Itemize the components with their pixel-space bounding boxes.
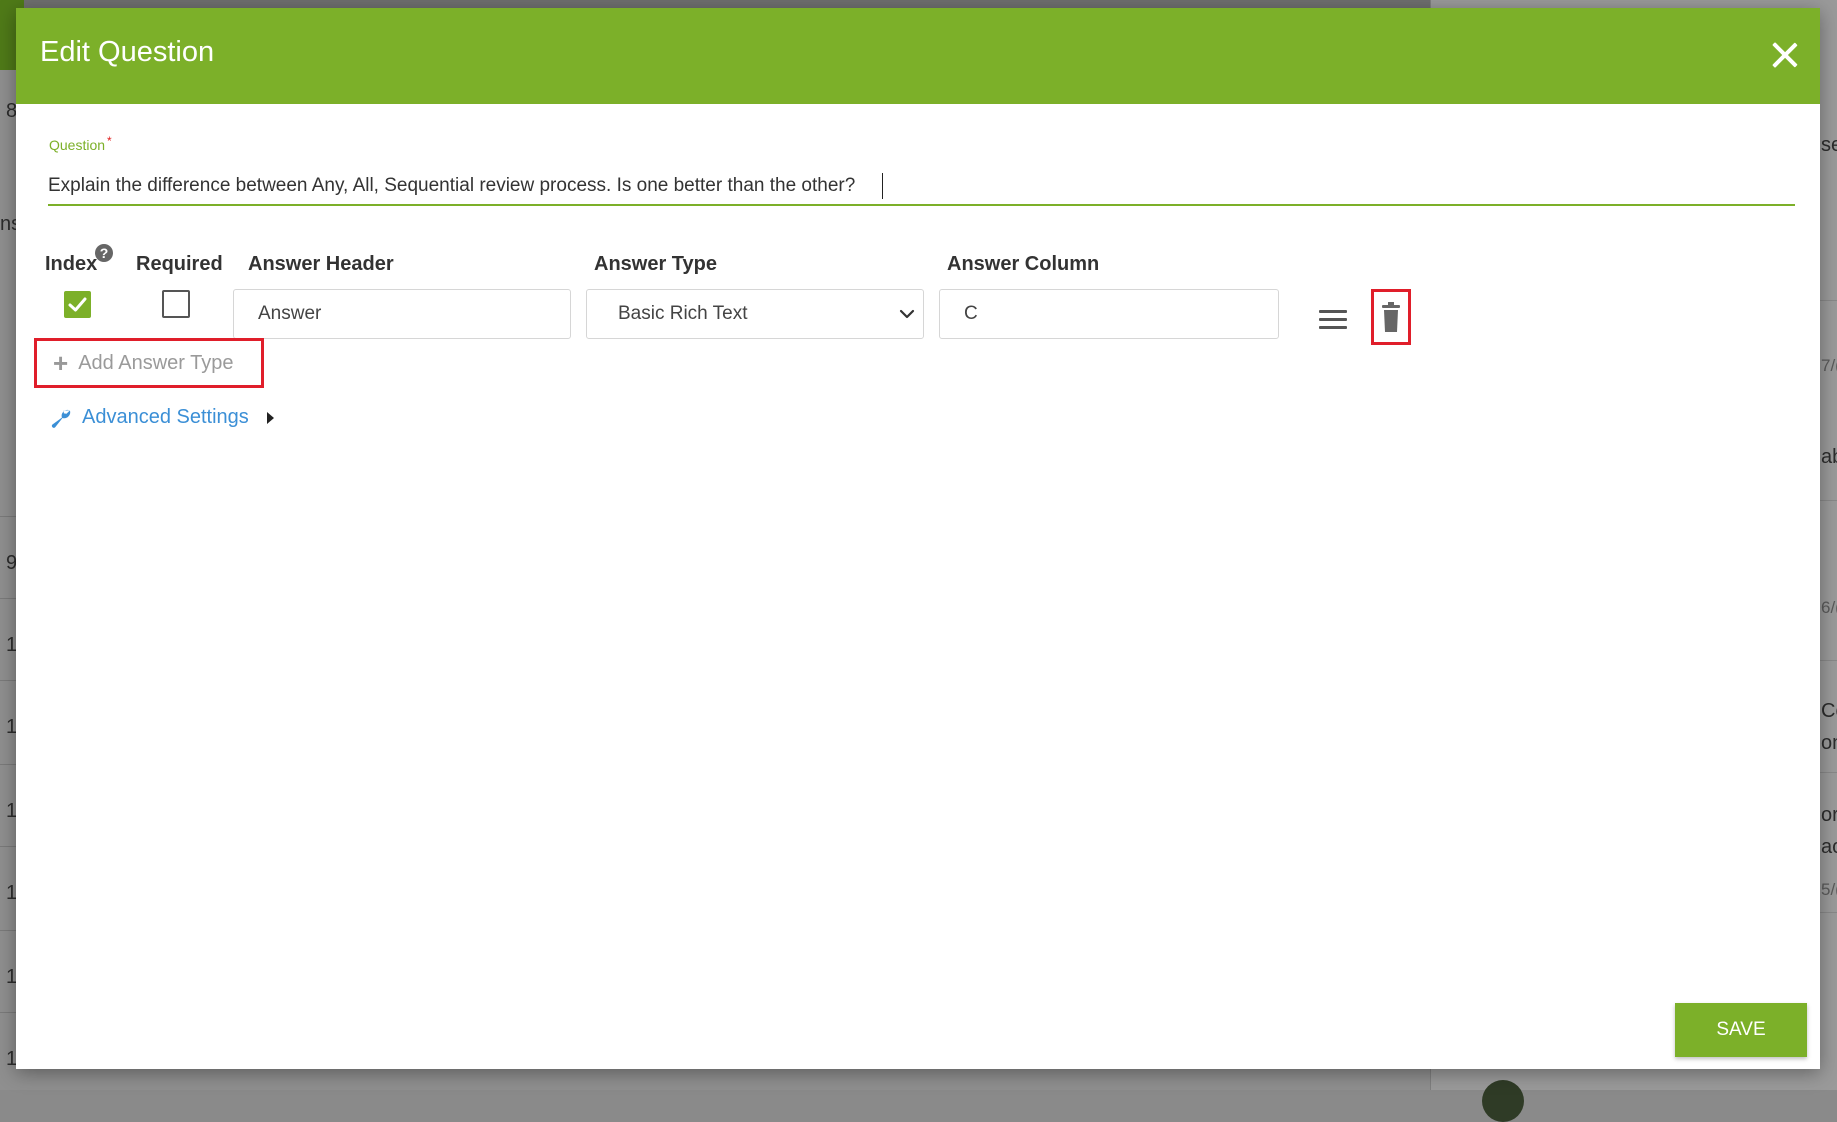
background-text: 5/( bbox=[1821, 880, 1837, 899]
wrench-icon bbox=[51, 409, 71, 428]
background-text: Co bbox=[1821, 700, 1837, 722]
dialog-header: Edit Question bbox=[16, 8, 1820, 104]
answer-type-value: Basic Rich Text bbox=[618, 303, 748, 324]
background-text: ons bbox=[1821, 732, 1837, 754]
caret-right-icon bbox=[266, 411, 274, 424]
column-header-answer-type: Answer Type bbox=[594, 253, 717, 275]
advanced-settings-toggle[interactable]: Advanced Settings bbox=[50, 406, 274, 429]
question-circle-icon[interactable]: ? bbox=[95, 244, 113, 262]
question-input[interactable] bbox=[48, 168, 1795, 206]
background-text: ac bbox=[1821, 836, 1837, 858]
column-header-required: Required bbox=[136, 253, 223, 275]
question-label-text: Question bbox=[49, 137, 106, 153]
column-header-answer-header: Answer Header bbox=[248, 253, 394, 275]
trash-icon bbox=[1382, 302, 1400, 332]
required-marker: * bbox=[107, 134, 112, 148]
background-text: ab bbox=[1821, 446, 1837, 468]
index-checkbox[interactable] bbox=[64, 291, 91, 318]
advanced-settings-label: Advanced Settings bbox=[82, 406, 249, 428]
background-text: se bbox=[1821, 134, 1837, 156]
text-cursor bbox=[882, 173, 883, 199]
column-header-index: Index bbox=[45, 253, 98, 275]
add-answer-type-button[interactable]: + Add Answer Type bbox=[34, 338, 264, 388]
background-text: 6/( bbox=[1821, 598, 1837, 617]
required-checkbox[interactable] bbox=[162, 290, 190, 318]
checkmark-icon bbox=[68, 297, 87, 312]
delete-answer-button[interactable] bbox=[1371, 289, 1411, 345]
edit-question-dialog: Edit Question Question* Index ? Required… bbox=[16, 8, 1820, 1069]
background-text: or bbox=[1821, 804, 1837, 826]
save-button[interactable]: SAVE bbox=[1675, 1003, 1807, 1057]
dialog-title: Edit Question bbox=[40, 36, 215, 68]
background-avatar bbox=[1482, 1080, 1524, 1122]
answer-type-select[interactable]: Basic Rich Text bbox=[586, 289, 924, 339]
answer-header-input[interactable] bbox=[233, 289, 571, 339]
column-header-answer-column: Answer Column bbox=[947, 253, 1100, 275]
question-label: Question * bbox=[49, 134, 112, 153]
answer-column-input[interactable] bbox=[939, 289, 1279, 339]
plus-icon: + bbox=[53, 348, 69, 378]
background-text: 7/( bbox=[1821, 356, 1837, 375]
add-answer-type-label: Add Answer Type bbox=[78, 351, 234, 374]
close-icon[interactable] bbox=[1772, 42, 1798, 68]
chevron-down-icon bbox=[899, 309, 915, 319]
hamburger-icon[interactable] bbox=[1319, 310, 1347, 330]
